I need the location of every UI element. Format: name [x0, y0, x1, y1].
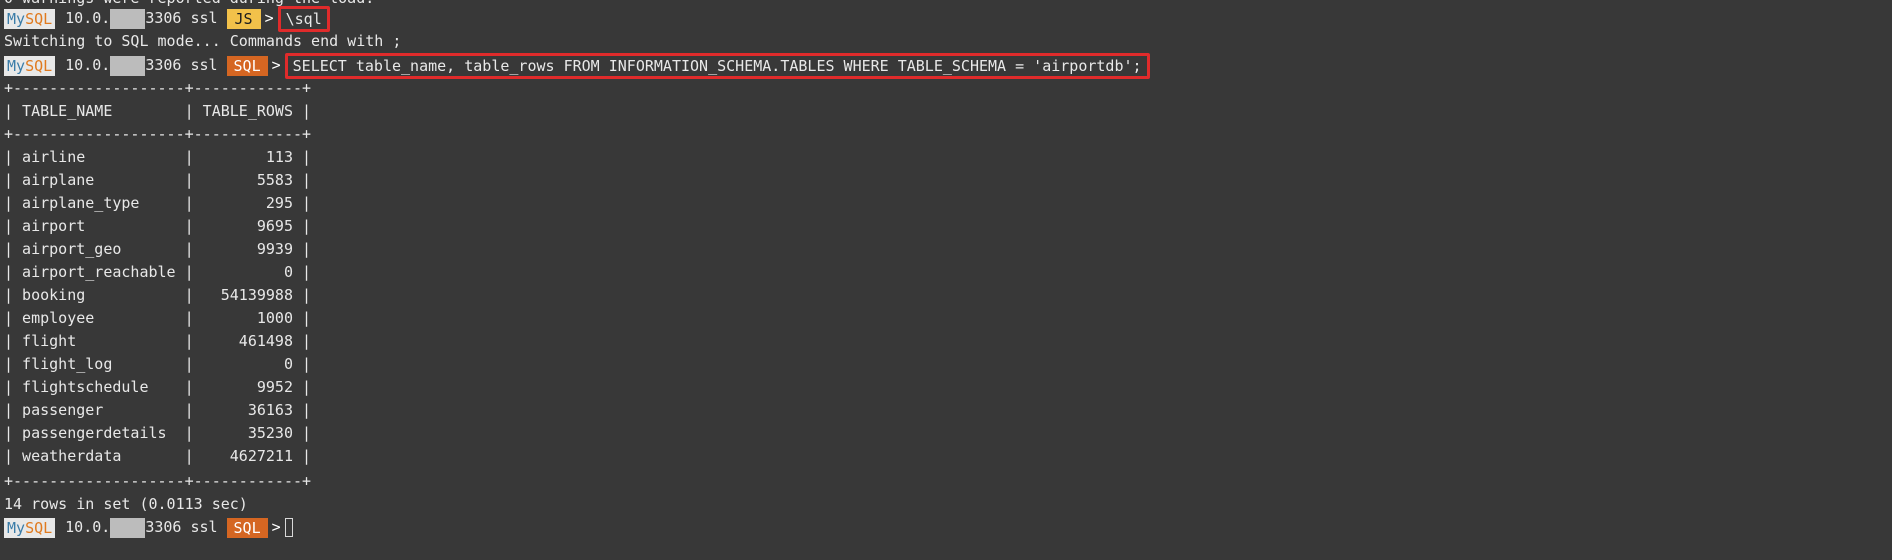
- table-row: | employee | 1000 |: [4, 309, 312, 327]
- highlighted-command-select-query: SELECT table_name, table_rows FROM INFOR…: [284, 52, 1150, 79]
- table-header-row: | TABLE_NAME | TABLE_ROWS |: [4, 102, 312, 120]
- ssl-indicator: ssl: [190, 56, 218, 74]
- port-number: 3306: [145, 518, 182, 536]
- prompt-arrow: >: [264, 9, 274, 27]
- table-row: | airport | 9695 |: [4, 217, 312, 235]
- text-cursor[interactable]: [284, 518, 293, 537]
- table-border-top: +-------------------+------------+: [4, 79, 312, 97]
- table-row: | flight | 461498 |: [4, 332, 312, 350]
- prompt-line-sql-query: MySQL 10.0. 3306 ssl SQL > SELECT table_…: [4, 52, 1150, 79]
- table-border-bottom: +-------------------+------------+: [4, 472, 312, 490]
- terminal-window[interactable]: 0 warnings were reported during the load…: [0, 0, 1892, 560]
- table-row: | airline | 113 |: [4, 148, 312, 166]
- table-row: | flightschedule | 9952 |: [4, 378, 312, 396]
- prompt-arrow: >: [271, 518, 281, 536]
- prompt-arrow: >: [271, 56, 281, 74]
- mysql-prompt-badge: MySQL: [4, 8, 56, 29]
- table-row: | passengerdetails | 35230 |: [4, 424, 312, 442]
- host-address: 10.0.: [65, 56, 111, 74]
- mode-badge-sql: SQL: [226, 55, 268, 76]
- table-row: | airplane_type | 295 |: [4, 194, 312, 212]
- port-number: 3306: [145, 9, 182, 27]
- mode-switch-message: Switching to SQL mode... Commands end wi…: [4, 32, 402, 50]
- mode-badge-sql: SQL: [226, 517, 268, 538]
- host-address: 10.0.: [65, 518, 111, 536]
- table-row: | airport_geo | 9939 |: [4, 240, 312, 258]
- table-row: | weatherdata | 4627211 |: [4, 447, 312, 465]
- table-border-header: +-------------------+------------+: [4, 125, 312, 143]
- table-row: | booking | 54139988 |: [4, 286, 312, 304]
- prompt-line-js: MySQL 10.0. 3306 ssl JS > \sql: [4, 5, 330, 32]
- redacted-ip-block: [110, 55, 146, 76]
- table-row: | flight_log | 0 |: [4, 355, 312, 373]
- prompt-line-current[interactable]: MySQL 10.0. 3306 ssl SQL >: [4, 516, 293, 539]
- rows-summary: 14 rows in set (0.0113 sec): [4, 495, 248, 513]
- mysql-prompt-badge: MySQL: [4, 517, 56, 538]
- host-address: 10.0.: [65, 9, 111, 27]
- table-row: | airplane | 5583 |: [4, 171, 312, 189]
- mysql-prompt-badge: MySQL: [4, 55, 56, 76]
- port-number: 3306: [145, 56, 182, 74]
- table-row: | airport_reachable | 0 |: [4, 263, 312, 281]
- ssl-indicator: ssl: [190, 518, 218, 536]
- table-row: | passenger | 36163 |: [4, 401, 312, 419]
- highlighted-command-sql-switch: \sql: [277, 5, 330, 32]
- redacted-ip-block: [110, 8, 146, 29]
- redacted-ip-block: [110, 517, 146, 538]
- mode-badge-js: JS: [226, 8, 261, 29]
- ssl-indicator: ssl: [190, 9, 218, 27]
